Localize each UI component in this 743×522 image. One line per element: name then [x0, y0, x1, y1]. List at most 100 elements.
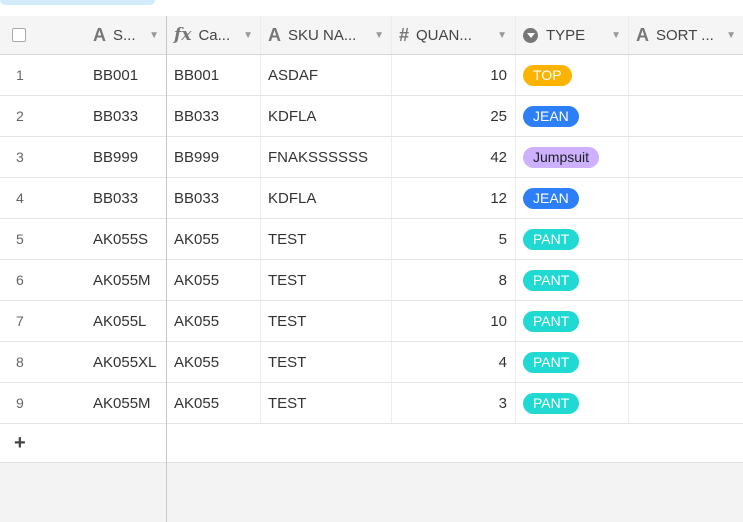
cell-sort[interactable] — [628, 260, 743, 300]
chevron-down-icon[interactable]: ▼ — [497, 30, 507, 41]
cell-sku-name[interactable]: TEST — [260, 260, 391, 300]
cell-quantity[interactable]: 10 — [391, 55, 515, 95]
table-row[interactable]: 7 AK055L AK055 TEST 10 PANT — [0, 301, 743, 342]
cell-sort[interactable] — [628, 55, 743, 95]
cell-ca[interactable]: AK055 — [166, 342, 260, 382]
cell-sort[interactable] — [628, 342, 743, 382]
cell-quantity[interactable]: 8 — [391, 260, 515, 300]
cell-type[interactable]: PANT — [515, 219, 628, 259]
cell-s[interactable]: BB001 — [86, 55, 166, 95]
type-tag: JEAN — [523, 105, 579, 127]
type-tag: JEAN — [523, 187, 579, 209]
column-header-sku-name[interactable]: A SKU NA... ▼ — [260, 16, 391, 54]
view-tab-indicator[interactable] — [0, 0, 155, 5]
cell-sku-name[interactable]: KDFLA — [260, 96, 391, 136]
cell-quantity[interactable]: 25 — [391, 96, 515, 136]
cell-sku-name[interactable]: TEST — [260, 383, 391, 423]
cell-sku-name[interactable]: TEST — [260, 219, 391, 259]
cell-sort[interactable] — [628, 219, 743, 259]
cell-quantity-value: 42 — [490, 148, 507, 166]
cell-quantity[interactable]: 5 — [391, 219, 515, 259]
cell-quantity-value: 25 — [490, 107, 507, 125]
table-row[interactable]: 5 AK055S AK055 TEST 5 PANT — [0, 219, 743, 260]
row-number-value: 5 — [16, 231, 24, 247]
cell-ca[interactable]: BB999 — [166, 137, 260, 177]
column-header-type[interactable]: TYPE ▼ — [515, 16, 628, 54]
cell-type[interactable]: PANT — [515, 260, 628, 300]
cell-sku-name[interactable]: FNAKSSSSSS — [260, 137, 391, 177]
cell-quantity[interactable]: 12 — [391, 178, 515, 218]
table-row[interactable]: 3 BB999 BB999 FNAKSSSSSS 42 Jumpsuit — [0, 137, 743, 178]
column-header-ca[interactable]: fx Ca... ▼ — [166, 16, 260, 54]
cell-sku-name[interactable]: ASDAF — [260, 55, 391, 95]
cell-ca[interactable]: AK055 — [166, 219, 260, 259]
chevron-down-icon[interactable]: ▼ — [726, 30, 736, 41]
table-row[interactable]: 9 AK055M AK055 TEST 3 PANT — [0, 383, 743, 424]
cell-sort[interactable] — [628, 96, 743, 136]
add-row-button[interactable]: + — [14, 432, 26, 455]
table-row[interactable]: 1 BB001 BB001 ASDAF 10 TOP — [0, 55, 743, 96]
cell-sku-name-value: ASDAF — [268, 66, 319, 84]
cell-sort[interactable] — [628, 383, 743, 423]
chevron-down-icon[interactable]: ▼ — [611, 30, 621, 41]
cell-s[interactable]: BB033 — [86, 178, 166, 218]
cell-quantity[interactable]: 3 — [391, 383, 515, 423]
column-header-label: TYPE — [546, 26, 586, 44]
cell-ca[interactable]: AK055 — [166, 301, 260, 341]
cell-type[interactable]: TOP — [515, 55, 628, 95]
cell-type[interactable]: Jumpsuit — [515, 137, 628, 177]
cell-sku-name[interactable]: TEST — [260, 301, 391, 341]
cell-sort[interactable] — [628, 178, 743, 218]
table-row[interactable]: 6 AK055M AK055 TEST 8 PANT — [0, 260, 743, 301]
chevron-down-icon[interactable]: ▼ — [243, 30, 253, 41]
cell-s[interactable]: BB999 — [86, 137, 166, 177]
cell-s-value: BB033 — [93, 189, 139, 207]
cell-ca[interactable]: BB033 — [166, 178, 260, 218]
cell-s-value: AK055M — [93, 271, 151, 289]
chevron-down-icon[interactable]: ▼ — [374, 30, 384, 41]
column-header-s[interactable]: A S... ▼ — [86, 16, 166, 54]
column-header-quantity[interactable]: # QUAN... ▼ — [391, 16, 515, 54]
cell-ca-value: AK055 — [174, 230, 220, 248]
select-all-checkbox[interactable] — [12, 28, 26, 42]
row-number-value: 9 — [16, 395, 24, 411]
cell-s[interactable]: AK055M — [86, 383, 166, 423]
cell-ca[interactable]: BB001 — [166, 55, 260, 95]
type-tag: PANT — [523, 228, 580, 250]
row-number-value: 3 — [16, 149, 24, 165]
cell-type[interactable]: JEAN — [515, 178, 628, 218]
cell-s[interactable]: AK055S — [86, 219, 166, 259]
cell-sort[interactable] — [628, 301, 743, 341]
chevron-down-icon[interactable]: ▼ — [149, 30, 159, 41]
cell-ca-value: AK055 — [174, 312, 220, 330]
cell-ca[interactable]: AK055 — [166, 260, 260, 300]
cell-sku-name[interactable]: TEST — [260, 342, 391, 382]
column-header-sort[interactable]: A SORT ... ▼ — [628, 16, 743, 54]
cell-s[interactable]: AK055L — [86, 301, 166, 341]
cell-quantity[interactable]: 4 — [391, 342, 515, 382]
add-row[interactable]: + — [0, 424, 743, 463]
row-number: 8 — [0, 342, 86, 382]
cell-ca[interactable]: BB033 — [166, 96, 260, 136]
cell-quantity[interactable]: 10 — [391, 301, 515, 341]
cell-sku-name[interactable]: KDFLA — [260, 178, 391, 218]
table-row[interactable]: 8 AK055XL AK055 TEST 4 PANT — [0, 342, 743, 383]
cell-sku-name-value: TEST — [268, 394, 307, 412]
row-number: 5 — [0, 219, 86, 259]
cell-ca-value: AK055 — [174, 353, 220, 371]
cell-type[interactable]: JEAN — [515, 96, 628, 136]
cell-s[interactable]: AK055M — [86, 260, 166, 300]
cell-ca[interactable]: AK055 — [166, 383, 260, 423]
table-row[interactable]: 4 BB033 BB033 KDFLA 12 JEAN — [0, 178, 743, 219]
cell-type[interactable]: PANT — [515, 342, 628, 382]
cell-s[interactable]: BB033 — [86, 96, 166, 136]
table-row[interactable]: 2 BB033 BB033 KDFLA 25 JEAN — [0, 96, 743, 137]
cell-type[interactable]: PANT — [515, 383, 628, 423]
row-number-value: 4 — [16, 190, 24, 206]
cell-ca-value: BB999 — [174, 148, 220, 166]
cell-type[interactable]: PANT — [515, 301, 628, 341]
select-all-cell[interactable] — [0, 16, 86, 54]
cell-quantity[interactable]: 42 — [391, 137, 515, 177]
cell-sort[interactable] — [628, 137, 743, 177]
cell-s[interactable]: AK055XL — [86, 342, 166, 382]
